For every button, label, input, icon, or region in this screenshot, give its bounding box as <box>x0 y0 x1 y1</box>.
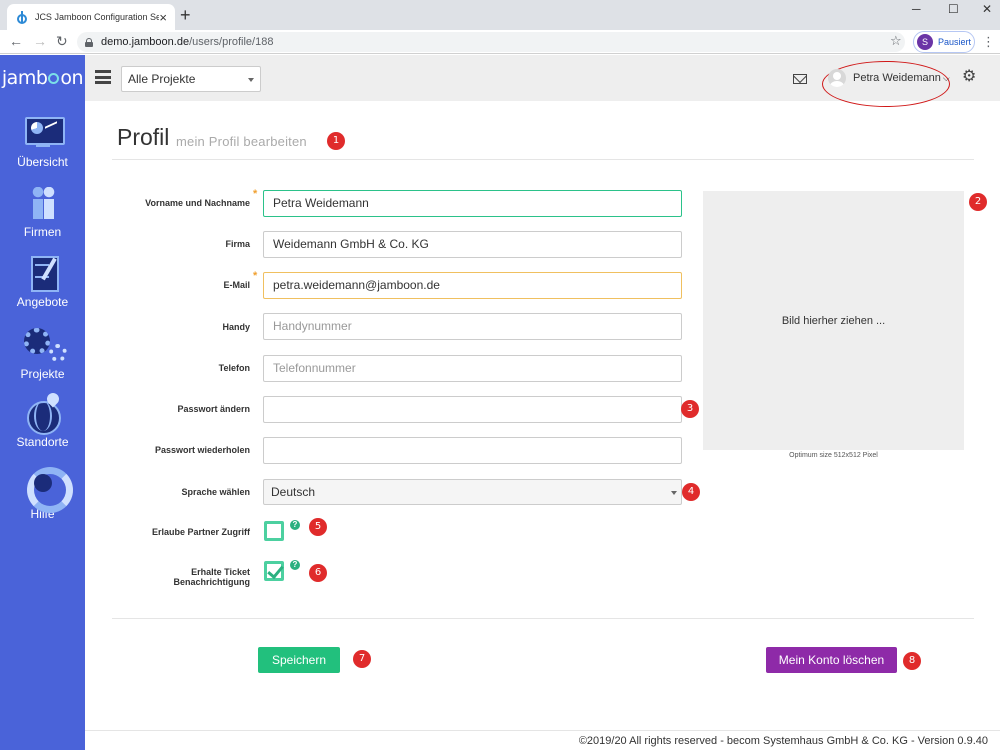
footer-divider <box>85 730 1000 731</box>
language-select-value: Deutsch <box>271 485 316 499</box>
image-size-hint: Optimum size 512x512 Pixel <box>789 452 878 459</box>
save-button[interactable]: Speichern <box>258 647 340 673</box>
label-password: Passwort ändern <box>177 404 250 414</box>
bookmark-star-icon[interactable]: ☆ <box>890 33 902 49</box>
project-select[interactable]: Alle Projekte <box>121 66 261 92</box>
reload-icon[interactable]: ↻ <box>56 33 68 49</box>
required-marker: * <box>253 188 258 200</box>
caret-down-icon <box>671 491 677 495</box>
url-field[interactable]: demo.jamboon.de/users/profile/188 <box>77 32 905 52</box>
sidebar-item-label: Angebote <box>16 295 69 309</box>
lifebuoy-icon <box>23 465 73 513</box>
tab-title: JCS Jamboon Configuration Serv <box>34 12 160 22</box>
back-icon[interactable]: ← <box>9 33 23 49</box>
user-menu[interactable]: Petra Weidemann ⌵ <box>828 67 950 89</box>
delete-account-button[interactable]: Mein Konto löschen <box>766 647 897 673</box>
sidebar-item-uebersicht[interactable]: Übersicht <box>0 113 85 179</box>
chevron-down-icon: ⌵ <box>942 72 950 83</box>
forward-icon[interactable]: → <box>33 33 47 49</box>
lock-icon <box>85 37 93 47</box>
avatar <box>828 69 846 87</box>
title-divider <box>112 159 974 160</box>
project-select-value: Alle Projekte <box>128 72 196 86</box>
gear-icon[interactable]: ⚙ <box>962 68 976 86</box>
hamburger-menu-icon[interactable] <box>95 70 111 84</box>
label-partner-access: Erlaube Partner Zugriff <box>151 527 250 537</box>
mail-icon[interactable] <box>793 74 807 84</box>
label-phone: Telefon <box>218 363 250 373</box>
sidebar-item-hilfe[interactable]: Hilfe <box>0 465 85 531</box>
image-dropzone[interactable]: Bild hierher ziehen ... <box>703 191 964 450</box>
dropzone-text: Bild hierher ziehen ... <box>781 314 886 327</box>
dashboard-monitor-icon <box>23 113 65 153</box>
required-marker: * <box>253 270 258 282</box>
maximize-icon[interactable]: ☐ <box>948 2 959 16</box>
window-close-icon[interactable]: ✕ <box>982 2 992 16</box>
label-mobile: Handy <box>222 322 250 332</box>
annotation-badge: 1 <box>327 132 345 150</box>
label-company: Firma <box>225 239 250 249</box>
logo-ring-icon <box>48 72 60 84</box>
page-title: Profil <box>117 124 170 150</box>
annotation-badge: 4 <box>682 483 700 501</box>
page-subtitle: mein Profil bearbeiten <box>176 134 307 149</box>
help-icon[interactable]: ? <box>290 560 300 570</box>
mobile-input[interactable]: Handynummer <box>263 313 682 340</box>
url-text: demo.jamboon.de/users/profile/188 <box>101 36 274 48</box>
label-email: E-Mail <box>223 280 250 290</box>
user-name: Petra Weidemann <box>853 72 941 84</box>
annotation-badge: 6 <box>309 564 327 582</box>
browser-menu-icon[interactable]: ⋮ <box>982 34 995 50</box>
new-tab-icon[interactable]: + <box>180 6 191 24</box>
footer-text: ©2019/20 All rights reserved - becom Sys… <box>578 735 988 747</box>
password-input[interactable] <box>263 396 682 423</box>
minimize-icon[interactable]: ─ <box>912 2 921 16</box>
form-divider <box>112 618 974 619</box>
sidebar-item-label: Firmen <box>23 225 62 239</box>
browser-tab-bar: JCS Jamboon Configuration Serv × + ─ ☐ ✕ <box>0 0 1000 30</box>
annotation-badge: 3 <box>681 400 699 418</box>
email-input[interactable]: petra.weidemann@jamboon.de <box>263 272 682 299</box>
label-language: Sprache wählen <box>181 487 250 497</box>
browser-tab[interactable]: JCS Jamboon Configuration Serv × <box>7 4 175 30</box>
close-tab-icon[interactable]: × <box>159 11 167 24</box>
password-repeat-input[interactable] <box>263 437 682 464</box>
phone-input[interactable]: Telefonnummer <box>263 355 682 382</box>
annotation-badge: 7 <box>353 650 371 668</box>
name-input[interactable]: Petra Weidemann <box>263 190 682 217</box>
ticket-notify-checkbox[interactable] <box>264 561 284 581</box>
sidebar: jamb on Übersicht Firmen Angebote Projekt… <box>0 55 85 750</box>
jamboon-favicon-icon <box>15 10 29 24</box>
jamboon-logo[interactable]: jamb on <box>0 55 85 101</box>
browser-address-bar: ← → ↻ demo.jamboon.de/users/profile/188 … <box>0 30 1000 54</box>
annotation-badge: 8 <box>903 652 921 670</box>
annotation-badge: 5 <box>309 518 327 536</box>
sidebar-item-label: Übersicht <box>17 155 68 169</box>
sidebar-item-projekte[interactable]: Projekte <box>0 325 85 391</box>
profile-status: Pausiert <box>938 37 972 47</box>
language-select[interactable]: Deutsch <box>263 479 682 505</box>
caret-down-icon <box>248 78 254 82</box>
profile-avatar: S <box>917 34 933 50</box>
label-ticket-notify: Erhalte Ticket Benachrichtigung <box>173 567 250 587</box>
help-icon[interactable]: ? <box>290 520 300 530</box>
annotation-badge: 2 <box>969 193 987 211</box>
label-name: Vorname und Nachname <box>145 198 250 208</box>
app-header: Alle Projekte Petra Weidemann ⌵ ⚙ <box>85 55 1000 107</box>
partner-access-checkbox[interactable] <box>264 521 284 541</box>
company-input[interactable]: Weidemann GmbH & Co. KG <box>263 231 682 258</box>
label-password-repeat: Passwort wiederholen <box>154 445 250 455</box>
browser-profile-button[interactable]: S Pausiert <box>913 31 975 53</box>
